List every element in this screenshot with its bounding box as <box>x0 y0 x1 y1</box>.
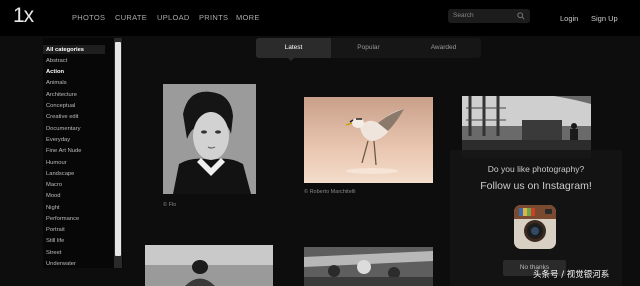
photo-bottom-left[interactable] <box>145 245 273 286</box>
category-action[interactable]: Action <box>46 69 64 75</box>
site-logo[interactable]: 1x <box>13 4 34 28</box>
category-architecture[interactable]: Architecture <box>46 92 77 98</box>
tab-latest[interactable]: Latest <box>256 38 331 58</box>
search-input[interactable]: Search <box>448 9 530 23</box>
category-documentary[interactable]: Documentary <box>46 126 80 132</box>
nav-more[interactable]: MORE <box>236 13 260 22</box>
feed-tabs: Latest Popular Awarded <box>256 38 481 58</box>
nav-prints[interactable]: PRINTS <box>199 13 228 22</box>
photo-credit: © Flo <box>163 202 177 208</box>
category-list: All categories Abstract Action Animals A… <box>43 38 123 268</box>
category-creative-edit[interactable]: Creative edit <box>46 114 79 120</box>
instagram-icon[interactable] <box>514 205 556 249</box>
sidebar-scrollbar[interactable] <box>114 38 122 268</box>
tab-awarded[interactable]: Awarded <box>406 38 481 58</box>
category-underwater[interactable]: Underwater <box>46 261 76 267</box>
nav-photos[interactable]: PHOTOS <box>72 13 105 22</box>
category-street[interactable]: Street <box>46 250 61 256</box>
signup-link[interactable]: Sign Up <box>591 14 618 23</box>
category-everyday[interactable]: Everyday <box>46 137 70 143</box>
category-mood[interactable]: Mood <box>46 193 61 199</box>
login-link[interactable]: Login <box>560 14 578 23</box>
category-animals[interactable]: Animals <box>46 80 67 86</box>
scrollbar-thumb[interactable] <box>115 42 121 256</box>
photo-train-station[interactable] <box>462 96 591 158</box>
tab-popular[interactable]: Popular <box>331 38 406 58</box>
nav-upload[interactable]: UPLOAD <box>157 13 190 22</box>
category-night[interactable]: Night <box>46 205 60 211</box>
search-placeholder: Search <box>453 12 474 19</box>
top-bar: 1x PHOTOS CURATE UPLOAD PRINTS MORE Sear… <box>0 0 640 36</box>
active-tab-pointer <box>287 57 295 61</box>
popup-question: Do you like photography? <box>487 164 585 174</box>
popup-follow-text: Follow us on Instagram! <box>480 180 592 192</box>
photo-credit: © Roberto Marchitelli <box>304 189 356 195</box>
search-icon[interactable] <box>517 12 525 20</box>
category-performance[interactable]: Performance <box>46 216 79 222</box>
category-fine-art-nude[interactable]: Fine Art Nude <box>46 148 81 154</box>
category-conceptual[interactable]: Conceptual <box>46 103 75 109</box>
photo-bird[interactable] <box>304 97 433 183</box>
category-abstract[interactable]: Abstract <box>46 58 67 64</box>
nav-curate[interactable]: CURATE <box>115 13 147 22</box>
category-macro[interactable]: Macro <box>46 182 62 188</box>
category-landscape[interactable]: Landscape <box>46 171 74 177</box>
category-still-life[interactable]: Still life <box>46 238 64 244</box>
category-all[interactable]: All categories <box>46 47 84 53</box>
category-portrait[interactable]: Portrait <box>46 227 65 233</box>
photo-bottom-center[interactable] <box>304 247 433 286</box>
photo-portrait[interactable] <box>163 84 256 194</box>
watermark: 头条号 / 视觉银河系 <box>533 270 610 280</box>
category-humour[interactable]: Humour <box>46 160 67 166</box>
